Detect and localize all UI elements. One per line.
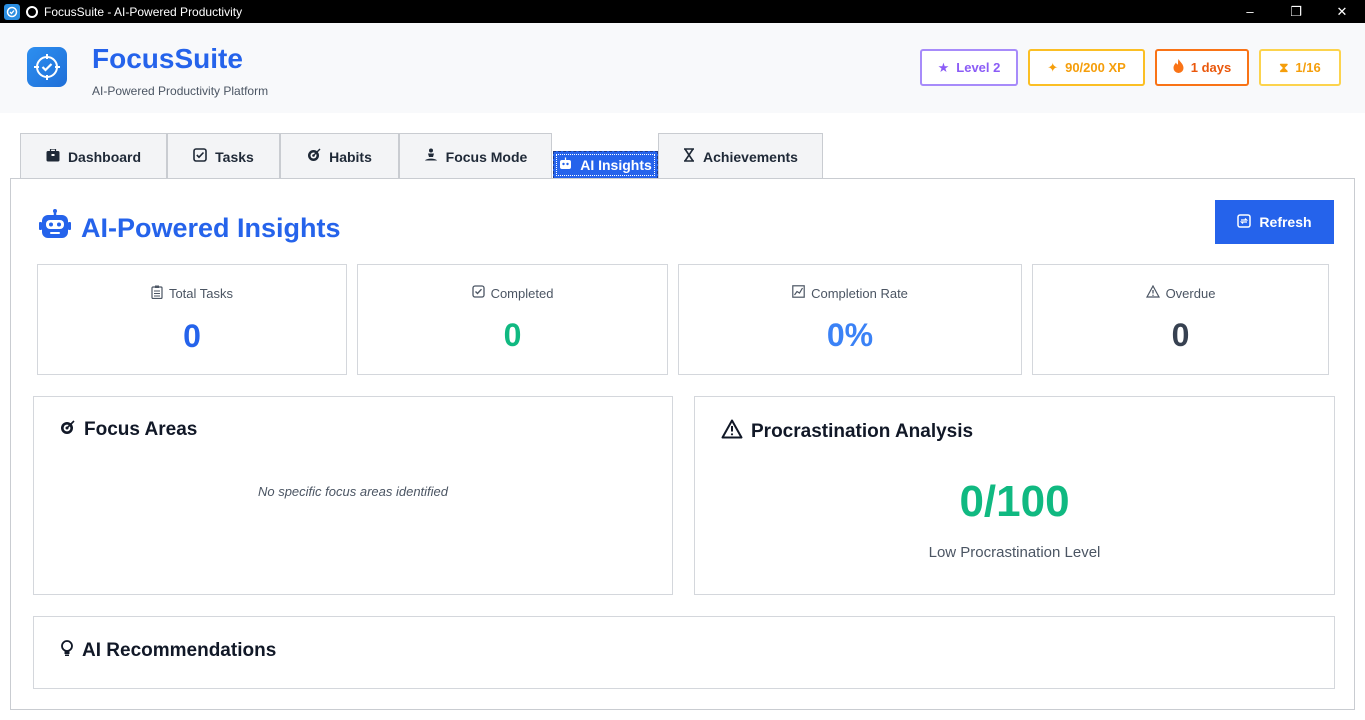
refresh-label: Refresh <box>1259 214 1312 230</box>
procrastination-level: Low Procrastination Level <box>928 544 1101 561</box>
tab-label: AI Insights <box>580 157 652 173</box>
stat-value: 0 <box>1171 317 1190 353</box>
tab-label: Habits <box>329 148 372 165</box>
hourglass-icon <box>683 148 695 165</box>
robot-icon <box>559 157 572 173</box>
minimize-button[interactable]: – <box>1227 0 1273 23</box>
sparkle-icon: ✦ <box>1047 59 1059 75</box>
refresh-button[interactable]: Refresh <box>1215 200 1334 244</box>
stat-label: Total Tasks <box>168 286 234 301</box>
recommendations-card: AI Recommendations <box>33 616 1335 689</box>
logo-icon <box>27 47 67 87</box>
tab-dashboard[interactable]: Dashboard <box>20 133 167 179</box>
page-title-text: AI-Powered Insights <box>81 213 341 243</box>
stat-value: 0 <box>183 318 201 354</box>
brand-tagline: AI-Powered Productivity Platform <box>92 84 269 98</box>
stat-value: 0 <box>503 317 522 353</box>
flame-icon <box>1173 59 1184 76</box>
warning-icon <box>721 419 743 445</box>
clipboard-icon <box>151 285 163 302</box>
stat-total-tasks: Total Tasks 0 <box>37 264 347 375</box>
tab-focus-mode[interactable]: Focus Mode <box>399 133 552 179</box>
stat-label: Overdue <box>1165 285 1216 301</box>
brand-title: FocusSuite <box>92 43 243 74</box>
maximize-button[interactable]: ❐ <box>1273 0 1319 23</box>
app-header: FocusSuite AI-Powered Productivity Platf… <box>0 23 1365 113</box>
tab-tasks[interactable]: Tasks <box>167 133 280 179</box>
hourglass-icon: ⧗ <box>1279 59 1289 75</box>
page-title: AI-Powered Insights <box>39 209 341 248</box>
card-title-text: Focus Areas <box>84 419 198 440</box>
window-titlebar: FocusSuite - AI-Powered Productivity – ❐… <box>0 0 1365 23</box>
stat-completion-rate: Completion Rate 0% <box>678 264 1022 375</box>
meditation-icon <box>424 148 438 165</box>
stat-label: Completion Rate <box>811 285 908 301</box>
briefcase-icon <box>46 147 60 165</box>
checkbox-icon <box>193 148 207 165</box>
chart-icon <box>792 285 805 301</box>
robot-icon <box>39 209 71 248</box>
card-title: Procrastination Analysis <box>721 419 973 445</box>
ai-insights-panel: AI-Powered Insights Refresh Total Tasks … <box>10 178 1355 710</box>
checkbox-icon <box>471 285 485 301</box>
tab-label: Focus Mode <box>445 148 528 165</box>
level-label: Level 2 <box>956 60 1001 75</box>
stats-badges: ★ Level 2 ✦ 90/200 XP 1 days ⧗ 1/16 <box>920 49 1341 86</box>
tab-label: Tasks <box>215 148 254 165</box>
streak-label: 1 days <box>1190 60 1232 75</box>
tab-label: Dashboard <box>67 148 142 165</box>
tab-achievements[interactable]: Achievements <box>658 133 823 179</box>
lightbulb-icon <box>60 639 74 663</box>
stat-overdue: Overdue 0 <box>1032 264 1329 375</box>
xp-badge: ✦ 90/200 XP <box>1028 49 1145 86</box>
procrastination-score: 0/100 <box>959 477 1070 526</box>
card-title-text: Procrastination Analysis <box>751 421 974 442</box>
warning-icon <box>1145 284 1160 301</box>
card-title: AI Recommendations <box>60 639 276 663</box>
procrastination-card: Procrastination Analysis 0/100 Low Procr… <box>694 396 1335 595</box>
tab-ai-insights[interactable]: AI Insights <box>553 151 658 179</box>
app-icon <box>4 3 20 20</box>
stat-value: 0% <box>826 317 874 353</box>
level-badge: ★ Level 2 <box>920 49 1018 86</box>
empty-state: No specific focus areas identified <box>257 484 449 499</box>
star-icon: ★ <box>937 59 950 75</box>
target-icon <box>26 5 38 18</box>
tab-habits[interactable]: Habits <box>280 133 399 179</box>
refresh-icon <box>1237 213 1252 231</box>
target-icon <box>307 148 321 165</box>
window-title: FocusSuite - AI-Powered Productivity <box>44 4 243 19</box>
achievements-label: 1/16 <box>1295 60 1321 75</box>
card-title: Focus Areas <box>60 419 197 441</box>
stat-label: Completed <box>490 285 554 301</box>
target-icon <box>60 419 76 441</box>
stat-completed: Completed 0 <box>357 264 668 375</box>
card-title-text: AI Recommendations <box>82 640 277 661</box>
achievements-badge: ⧗ 1/16 <box>1259 49 1341 86</box>
streak-badge: 1 days <box>1155 49 1249 86</box>
tab-label: Achievements <box>703 148 798 165</box>
xp-label: 90/200 XP <box>1065 60 1126 75</box>
close-button[interactable]: ✕ <box>1319 0 1365 23</box>
focus-areas-card: Focus Areas No specific focus areas iden… <box>33 396 673 595</box>
